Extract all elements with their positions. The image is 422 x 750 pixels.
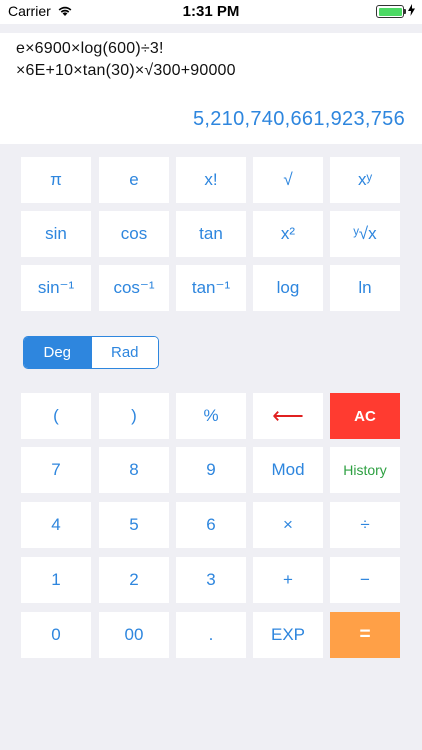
plus-key[interactable]: + — [253, 557, 323, 603]
digit-7-key[interactable]: 7 — [21, 447, 91, 493]
minus-key[interactable]: − — [330, 557, 400, 603]
digit-6-key[interactable]: 6 — [176, 502, 246, 548]
digit-4-key[interactable]: 4 — [21, 502, 91, 548]
battery-cap — [404, 9, 406, 14]
open-paren-key[interactable]: ( — [21, 393, 91, 439]
exp-key[interactable]: EXP — [253, 612, 323, 658]
digit-0-key[interactable]: 0 — [21, 612, 91, 658]
equals-key[interactable]: = — [330, 612, 400, 658]
expression-line-1: e×6900×log(600)÷3! — [16, 40, 164, 57]
status-time: 1:31 PM — [182, 3, 240, 20]
digit-5-key[interactable]: 5 — [99, 502, 169, 548]
factorial-key[interactable]: x! — [176, 157, 246, 203]
deg-option[interactable]: Deg — [24, 337, 91, 368]
log-key[interactable]: log — [253, 265, 323, 311]
battery-icon — [376, 5, 404, 18]
sin-key[interactable]: sin — [21, 211, 91, 257]
multiply-key[interactable]: × — [253, 502, 323, 548]
expression-line-2: ×6E+10×tan(30)×√300+90000 — [16, 62, 236, 79]
cos-key[interactable]: cos — [99, 211, 169, 257]
power-key[interactable]: xʸ — [330, 157, 400, 203]
pi-key[interactable]: π — [21, 157, 91, 203]
result-value: 5,210,740,661,923,756 — [192, 108, 405, 130]
calculator-display: e×6900×log(600)÷3! ×6E+10×tan(30)×√300+9… — [0, 33, 422, 144]
charging-icon — [408, 4, 415, 19]
digit-1-key[interactable]: 1 — [21, 557, 91, 603]
digit-3-key[interactable]: 3 — [176, 557, 246, 603]
nth-root-key[interactable]: ʸ√x — [330, 211, 400, 257]
percent-key[interactable]: % — [176, 393, 246, 439]
backspace-key[interactable]: ⟵ — [253, 393, 323, 439]
digit-9-key[interactable]: 9 — [176, 447, 246, 493]
angle-mode-toggle: Deg Rad — [23, 336, 159, 369]
arcsin-key[interactable]: sin⁻¹ — [21, 265, 91, 311]
all-clear-key[interactable]: AC — [330, 393, 400, 439]
divide-key[interactable]: ÷ — [330, 502, 400, 548]
history-button[interactable]: History — [330, 447, 400, 493]
status-bar: Carrier 1:31 PM — [0, 0, 422, 24]
digit-8-key[interactable]: 8 — [99, 447, 169, 493]
rad-option[interactable]: Rad — [90, 337, 158, 368]
e-key[interactable]: e — [99, 157, 169, 203]
digit-2-key[interactable]: 2 — [99, 557, 169, 603]
double-zero-key[interactable]: 00 — [99, 612, 169, 658]
arccos-key[interactable]: cos⁻¹ — [99, 265, 169, 311]
mod-key[interactable]: Mod — [253, 447, 323, 493]
sqrt-key[interactable]: √ — [253, 157, 323, 203]
close-paren-key[interactable]: ) — [99, 393, 169, 439]
decimal-key[interactable]: . — [176, 612, 246, 658]
ln-key[interactable]: ln — [330, 265, 400, 311]
square-key[interactable]: x² — [253, 211, 323, 257]
arctan-key[interactable]: tan⁻¹ — [176, 265, 246, 311]
tan-key[interactable]: tan — [176, 211, 246, 257]
